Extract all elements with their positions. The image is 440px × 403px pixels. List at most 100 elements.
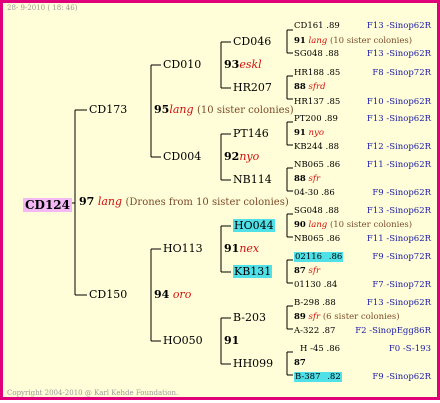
gen4-source: F13 -Sinop62R [366, 49, 431, 59]
gen1-id: CD150 [89, 288, 128, 301]
gen1-info: 95lang (10 sister colonies) [154, 104, 294, 116]
gen1-name: lang [169, 103, 194, 116]
gen3-note: (10 sister colonies) [329, 220, 413, 230]
gen4-row: B-387 .82 [294, 372, 342, 382]
gen1-note: (10 sister colonies) [197, 105, 294, 116]
gen4-id: PT200 [294, 114, 322, 124]
gen3-info: 91 nyo [294, 129, 324, 138]
gen4-row: NB065 .86 [294, 235, 340, 244]
gen4-id: HR188 [294, 68, 325, 78]
gen4-id: CD161 [294, 21, 324, 31]
gen3-id: PT146 [233, 127, 269, 140]
gen4-id: 02116 [294, 252, 324, 262]
gen2-id: HO113 [163, 242, 203, 255]
gen4-source: F13 -Sinop62R [366, 206, 431, 216]
gen3-score: 90 [294, 220, 306, 230]
gen4-id: A-322 [294, 326, 320, 336]
gen3-score: 91 [294, 36, 306, 46]
gen3-info: 90 lang (10 sister colonies) [294, 221, 412, 230]
root-name: lang [97, 195, 123, 208]
gen4-row: B-298 .88 [294, 299, 336, 308]
gen3-name: sfr [308, 266, 321, 276]
gen4-row: PT200 .89 [294, 115, 338, 124]
gen4-source: F7 -Sinop72R [372, 280, 431, 290]
gen4-score: .86 [326, 234, 341, 244]
gen2-name: nyo [239, 150, 260, 163]
gen2-info: 91nex [224, 243, 259, 254]
gen3-id: HO044 [233, 219, 275, 232]
gen3-name: sfrd [308, 82, 326, 92]
gen2-score: 91 [224, 334, 240, 347]
gen4-id: B-387 [294, 372, 322, 382]
gen2-score: 91 [224, 242, 240, 255]
gen4-row: 01130 .84 [294, 281, 337, 290]
gen4-score: .86 [327, 252, 344, 262]
gen4-source: F13 -Sinop62R [366, 298, 431, 308]
gen1-score: 94 [154, 288, 170, 301]
gen4-row: 02116 .86 [294, 252, 344, 262]
print-date: 28- 9-2010 ( 18: 46) [7, 4, 78, 12]
gen4-score: .84 [323, 280, 338, 290]
gen4-row: 04-30 .86 [294, 189, 335, 198]
gen2-info: 93eskl [224, 59, 262, 70]
gen4-row: HR188 .85 [294, 69, 340, 78]
gen4-id: NB065 [294, 160, 324, 170]
gen1-name: oro [172, 288, 192, 301]
gen4-score: .82 [326, 372, 342, 382]
gen4-score: .87 [321, 326, 336, 336]
gen4-score: .88 [325, 142, 340, 152]
gen3-id: HH099 [233, 357, 274, 370]
gen3-id-highlighted: HO044 [233, 219, 275, 232]
gen3-info: 91 lang (10 sister colonies) [294, 37, 412, 46]
pedigree-frame: 28- 9-2010 ( 18: 46) Copyright 2004-2010… [0, 0, 440, 400]
gen4-row: SG048 .88 [294, 50, 339, 59]
gen2-id: CD010 [163, 58, 202, 71]
gen4-source: F8 -Sinop72R [372, 68, 431, 78]
gen4-row: SG048 .88 [294, 207, 339, 216]
gen3-id: B-203 [233, 311, 266, 324]
gen3-id: KB131 [233, 265, 273, 278]
copyright: Copyright 2004-2010 @ Karl Kehde Foundat… [7, 389, 179, 397]
gen4-id: 01130 [294, 280, 322, 290]
gen4-source: F12 -Sinop62R [366, 142, 431, 152]
gen3-score: 88 [294, 174, 306, 184]
gen3-note: (6 sister colonies) [322, 312, 400, 322]
gen4-id: B-298 [294, 298, 320, 308]
gen4-id: 04-30 [294, 188, 319, 198]
root-note: (Drones from 10 sister colonies) [125, 197, 289, 208]
gen2-info: 92nyo [224, 151, 259, 162]
gen2-id: CD004 [163, 150, 202, 163]
gen4-score: .88 [325, 206, 340, 216]
gen3-info: 88 sfr [294, 175, 320, 184]
gen1-info: 94 oro [154, 289, 191, 300]
gen2-score: 93 [224, 58, 240, 71]
gen1-score: 95 [154, 103, 170, 116]
gen3-name: sfr [308, 312, 321, 322]
gen4-score: .85 [326, 97, 341, 107]
gen4-row: A-322 .87 [294, 327, 335, 336]
gen4-source: F11 -Sinop62R [366, 160, 431, 170]
gen4-id: H -45 [300, 344, 324, 354]
gen4-source: F9 -Sinop62R [372, 372, 431, 382]
gen1-id: CD173 [89, 103, 128, 116]
gen4-id: NB065 [294, 234, 324, 244]
gen4-source: F9 -Sinop72R [372, 252, 431, 262]
gen4-id: HR137 [294, 97, 325, 107]
gen4-source: F13 -Sinop62R [366, 21, 431, 31]
gen3-info: 89 sfr (6 sister colonies) [294, 313, 400, 322]
gen3-info: 88 sfrd [294, 83, 326, 92]
gen4-id: SG048 [294, 49, 323, 59]
gen4-score: .86 [321, 188, 335, 198]
gen2-id: HO050 [163, 334, 203, 347]
gen3-id: HR207 [233, 81, 272, 94]
gen3-info: 87 [294, 359, 306, 368]
gen3-name: nyo [308, 128, 324, 138]
gen3-score: 87 [294, 358, 306, 368]
gen2-name: nex [239, 242, 260, 255]
gen3-id: NB114 [233, 173, 272, 186]
gen4-source: F11 -Sinop62R [366, 234, 431, 244]
gen3-id-highlighted: KB131 [233, 265, 273, 278]
gen4-score: .86 [326, 160, 341, 170]
gen3-name: lang [308, 36, 328, 46]
gen4-score: .86 [326, 344, 341, 354]
